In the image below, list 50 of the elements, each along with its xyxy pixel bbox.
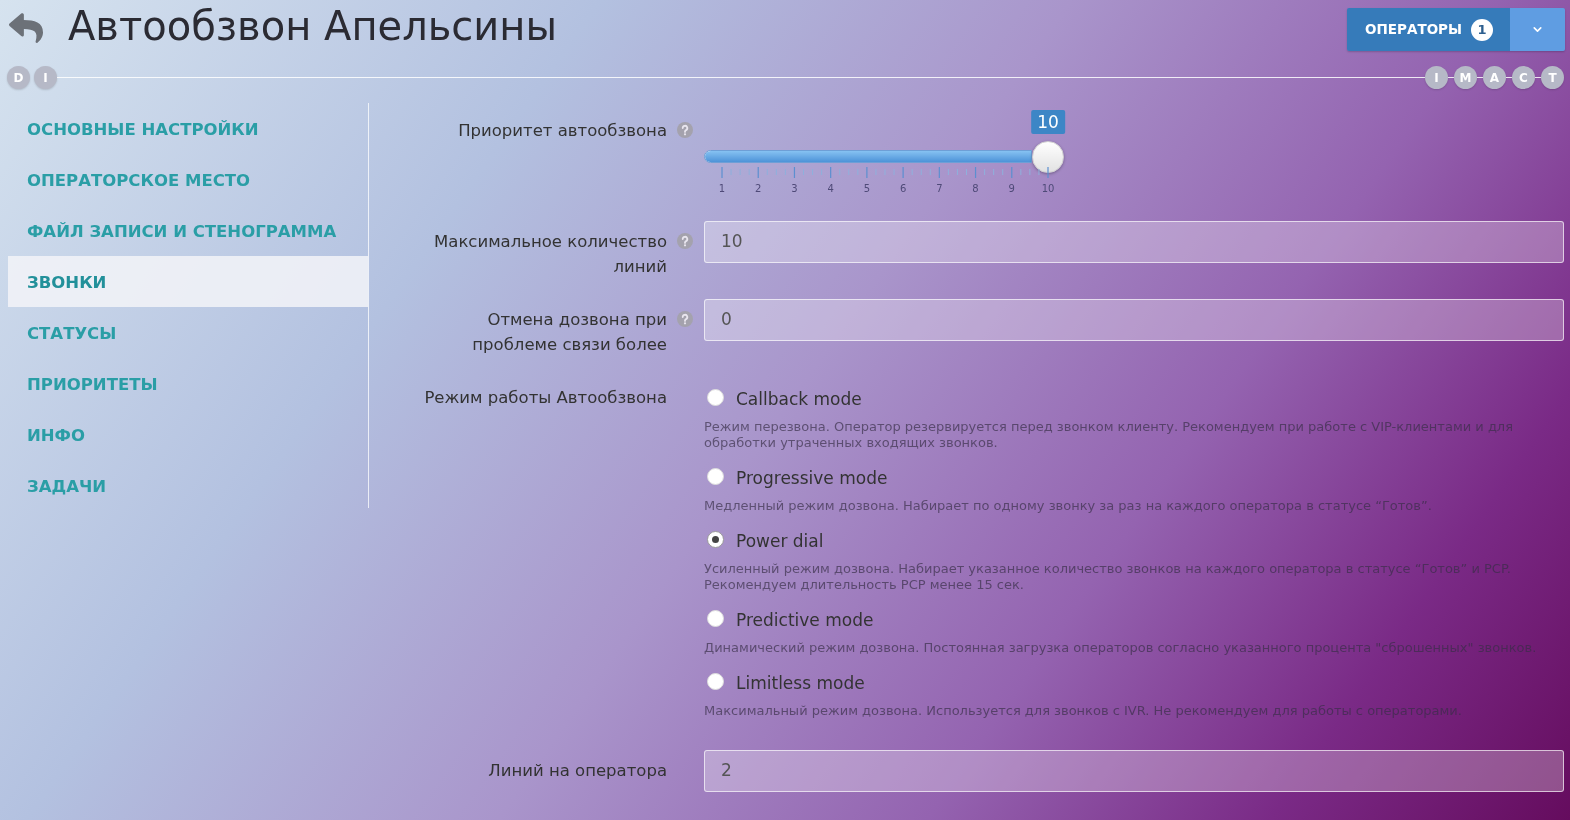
count-badge: 1 (1471, 18, 1493, 41)
radio-option-label[interactable]: Limitless mode (736, 671, 865, 695)
field-label: Линий на оператора (487, 760, 667, 782)
step-marker[interactable]: D (7, 66, 30, 89)
slider-scale-label: 4 (827, 183, 834, 195)
sidebar-item[interactable]: ОСНОВНЫЕ НАСТРОЙКИ (8, 103, 368, 154)
slider-scale-label: 7 (936, 183, 943, 195)
slider-scale-label: 2 (755, 183, 762, 195)
input-field[interactable]: 0 (704, 299, 1564, 341)
input-field[interactable]: 2 (704, 750, 1564, 792)
page-title: Автообзвон Апельсины (68, 2, 558, 50)
sidebar-item[interactable]: СТАТУСЫ (8, 307, 368, 358)
field-label: Максимальное количество линий (433, 231, 667, 278)
sidebar-item[interactable]: ЗАДАЧИ (8, 460, 368, 511)
dropdown-toggle[interactable] (1510, 8, 1565, 51)
step-marker[interactable]: I (1425, 66, 1448, 89)
help-icon[interactable] (677, 122, 693, 138)
slider-value-tooltip: 10 (1031, 110, 1065, 134)
step-marker[interactable]: C (1512, 66, 1535, 89)
slider-thumb[interactable] (1032, 141, 1064, 173)
slider-scale-label: 3 (791, 183, 798, 195)
field-label: Отмена дозвона при проблеме связи более (471, 309, 667, 356)
operators-button[interactable]: ОПЕРАТОРЫ 1 (1347, 8, 1510, 51)
help-icon[interactable] (677, 233, 693, 249)
step-marker[interactable]: I (34, 66, 57, 89)
slider-scale-label: 1 (718, 183, 726, 195)
sidebar-item[interactable]: ЗВОНКИ (8, 256, 368, 307)
field-label: Приоритет автообзвона (457, 120, 667, 142)
field-label: Режим работы Автообзвона (423, 387, 667, 409)
sidebar-item[interactable]: ОПЕРАТОРСКОЕ МЕСТО (8, 154, 368, 205)
radio-option-label[interactable]: Power dial (736, 529, 824, 553)
sidebar-item[interactable]: ПРИОРИТЕТЫ (8, 358, 368, 409)
sidebar-item[interactable]: ИНФО (8, 409, 368, 460)
help-icon[interactable] (677, 311, 693, 327)
slider-scale-label: 6 (899, 183, 907, 195)
slider-track[interactable] (704, 150, 1032, 163)
slider-scale-label: 10 (1041, 183, 1055, 195)
step-marker[interactable]: A (1483, 66, 1506, 89)
radio-button[interactable] (707, 531, 724, 548)
slider-scale-label: 9 (1008, 183, 1015, 195)
slider-scale-label: 5 (863, 183, 871, 195)
input-field[interactable]: 10 (704, 221, 1564, 263)
radio-option-label[interactable]: Progressive mode (736, 466, 888, 490)
step-marker[interactable]: M (1454, 66, 1477, 89)
slider-scale-label: 8 (972, 183, 979, 195)
step-marker[interactable]: T (1541, 66, 1564, 89)
radio-option-label[interactable]: Predictive mode (736, 608, 874, 632)
sidebar-item[interactable]: ФАЙЛ ЗАПИСИ И СТЕНОГРАММА (8, 205, 368, 256)
back-arrow-icon[interactable] (6, 11, 46, 45)
radio-option-label[interactable]: Callback mode (736, 387, 862, 411)
